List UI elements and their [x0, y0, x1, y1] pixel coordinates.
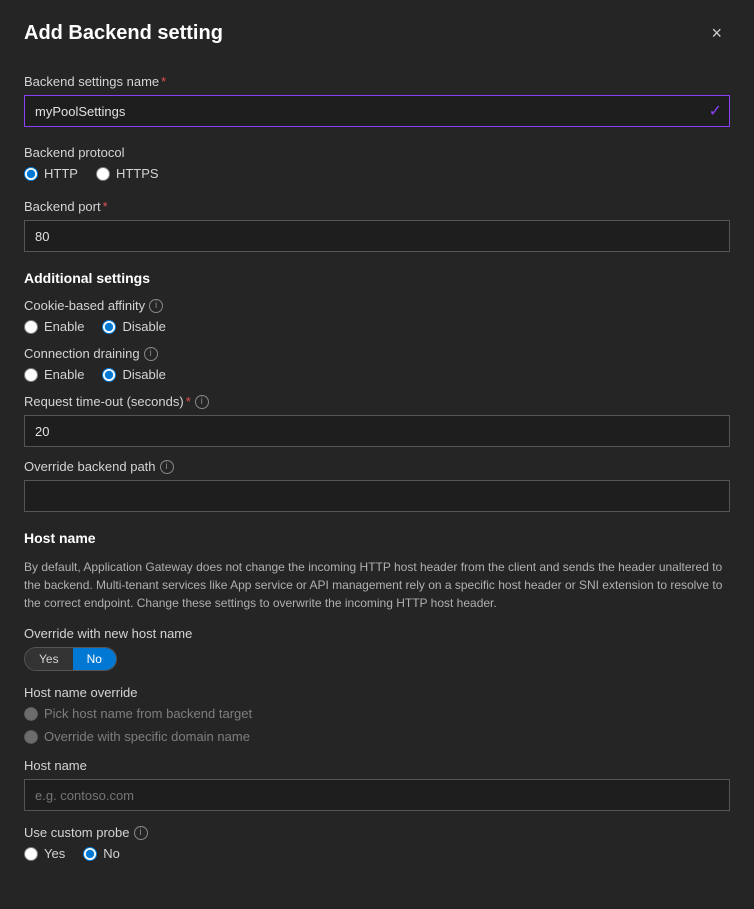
required-star-name: *	[161, 74, 166, 89]
backend-settings-name-input-wrapper: ✓	[24, 95, 730, 127]
drain-enable-radio[interactable]	[24, 368, 38, 382]
probe-yes-text: Yes	[44, 846, 65, 861]
request-timeout-label: Request time-out (seconds)	[24, 394, 184, 409]
override-yes-button[interactable]: Yes	[25, 648, 73, 670]
cookie-disable-radio[interactable]	[102, 320, 116, 334]
backend-protocol-group: Backend protocol HTTP HTTPS	[24, 145, 730, 181]
protocol-http-radio[interactable]	[24, 167, 38, 181]
protocol-https-label[interactable]: HTTPS	[96, 166, 159, 181]
request-timeout-group: Request time-out (seconds) * i	[24, 394, 730, 447]
required-star-timeout: *	[186, 394, 191, 409]
cookie-enable-radio[interactable]	[24, 320, 38, 334]
probe-no-text: No	[103, 846, 120, 861]
request-timeout-input[interactable]	[24, 415, 730, 447]
pick-host-name-label[interactable]: Pick host name from backend target	[24, 706, 252, 721]
request-timeout-info-icon[interactable]: i	[195, 395, 209, 409]
override-no-button[interactable]: No	[73, 648, 116, 670]
protocol-https-text: HTTPS	[116, 166, 159, 181]
close-button[interactable]: ×	[703, 20, 730, 46]
host-name-override-radio-group: Pick host name from backend target Overr…	[24, 706, 730, 744]
host-name-section-title: Host name	[24, 530, 730, 546]
connection-draining-label: Connection draining	[24, 346, 140, 361]
host-name-field-label: Host name	[24, 758, 730, 773]
override-specific-domain-text: Override with specific domain name	[44, 729, 250, 744]
protocol-http-text: HTTP	[44, 166, 78, 181]
additional-settings-title: Additional settings	[24, 270, 730, 286]
cookie-enable-text: Enable	[44, 319, 84, 334]
drain-enable-label[interactable]: Enable	[24, 367, 84, 382]
override-toggle-container: Yes No	[24, 647, 117, 671]
backend-settings-name-group: Backend settings name * ✓	[24, 74, 730, 127]
required-star-port: *	[103, 199, 108, 214]
cookie-affinity-group: Cookie-based affinity i Enable Disable	[24, 298, 730, 334]
connection-draining-info-icon[interactable]: i	[144, 347, 158, 361]
use-custom-probe-radio-group: Yes No	[24, 846, 730, 861]
pick-host-name-text: Pick host name from backend target	[44, 706, 252, 721]
additional-settings-group: Additional settings Cookie-based affinit…	[24, 270, 730, 512]
probe-yes-label[interactable]: Yes	[24, 846, 65, 861]
override-backend-path-group: Override backend path i	[24, 459, 730, 512]
cookie-enable-label[interactable]: Enable	[24, 319, 84, 334]
use-custom-probe-info-icon[interactable]: i	[134, 826, 148, 840]
host-name-override-group: Host name override Pick host name from b…	[24, 685, 730, 744]
cookie-affinity-label: Cookie-based affinity	[24, 298, 145, 313]
pick-host-name-radio[interactable]	[24, 707, 38, 721]
use-custom-probe-group: Use custom probe i Yes No	[24, 825, 730, 861]
host-name-field-group: Host name	[24, 758, 730, 811]
backend-port-input[interactable]	[24, 220, 730, 252]
connection-draining-radio-group: Enable Disable	[24, 367, 730, 382]
cookie-disable-label[interactable]: Disable	[102, 319, 165, 334]
backend-settings-name-label: Backend settings name	[24, 74, 159, 89]
drain-disable-text: Disable	[122, 367, 165, 382]
override-specific-domain-label[interactable]: Override with specific domain name	[24, 729, 250, 744]
panel: Add Backend setting × Backend settings n…	[0, 0, 754, 909]
protocol-http-label[interactable]: HTTP	[24, 166, 78, 181]
cookie-disable-text: Disable	[122, 319, 165, 334]
panel-title: Add Backend setting	[24, 22, 223, 45]
backend-settings-name-input[interactable]	[24, 95, 730, 127]
probe-yes-radio[interactable]	[24, 847, 38, 861]
drain-disable-label[interactable]: Disable	[102, 367, 165, 382]
drain-disable-radio[interactable]	[102, 368, 116, 382]
override-new-host-name-label: Override with new host name	[24, 626, 730, 641]
override-backend-path-info-icon[interactable]: i	[160, 460, 174, 474]
cookie-affinity-radio-group: Enable Disable	[24, 319, 730, 334]
protocol-https-radio[interactable]	[96, 167, 110, 181]
override-backend-path-label: Override backend path	[24, 459, 156, 474]
override-backend-path-input[interactable]	[24, 480, 730, 512]
cookie-affinity-info-icon[interactable]: i	[149, 299, 163, 313]
host-name-field-input[interactable]	[24, 779, 730, 811]
override-new-host-name-group: Override with new host name Yes No	[24, 626, 730, 671]
probe-no-label[interactable]: No	[83, 846, 120, 861]
backend-protocol-radio-group: HTTP HTTPS	[24, 166, 730, 181]
backend-port-group: Backend port *	[24, 199, 730, 252]
drain-enable-text: Enable	[44, 367, 84, 382]
check-icon: ✓	[709, 101, 722, 121]
backend-protocol-label: Backend protocol	[24, 145, 730, 160]
probe-no-radio[interactable]	[83, 847, 97, 861]
host-name-description: By default, Application Gateway does not…	[24, 558, 730, 612]
connection-draining-group: Connection draining i Enable Disable	[24, 346, 730, 382]
backend-port-label: Backend port	[24, 199, 101, 214]
use-custom-probe-label: Use custom probe	[24, 825, 130, 840]
override-specific-domain-radio[interactable]	[24, 730, 38, 744]
host-name-override-label: Host name override	[24, 685, 730, 700]
host-name-section: Host name By default, Application Gatewa…	[24, 530, 730, 861]
panel-header: Add Backend setting ×	[24, 20, 730, 46]
